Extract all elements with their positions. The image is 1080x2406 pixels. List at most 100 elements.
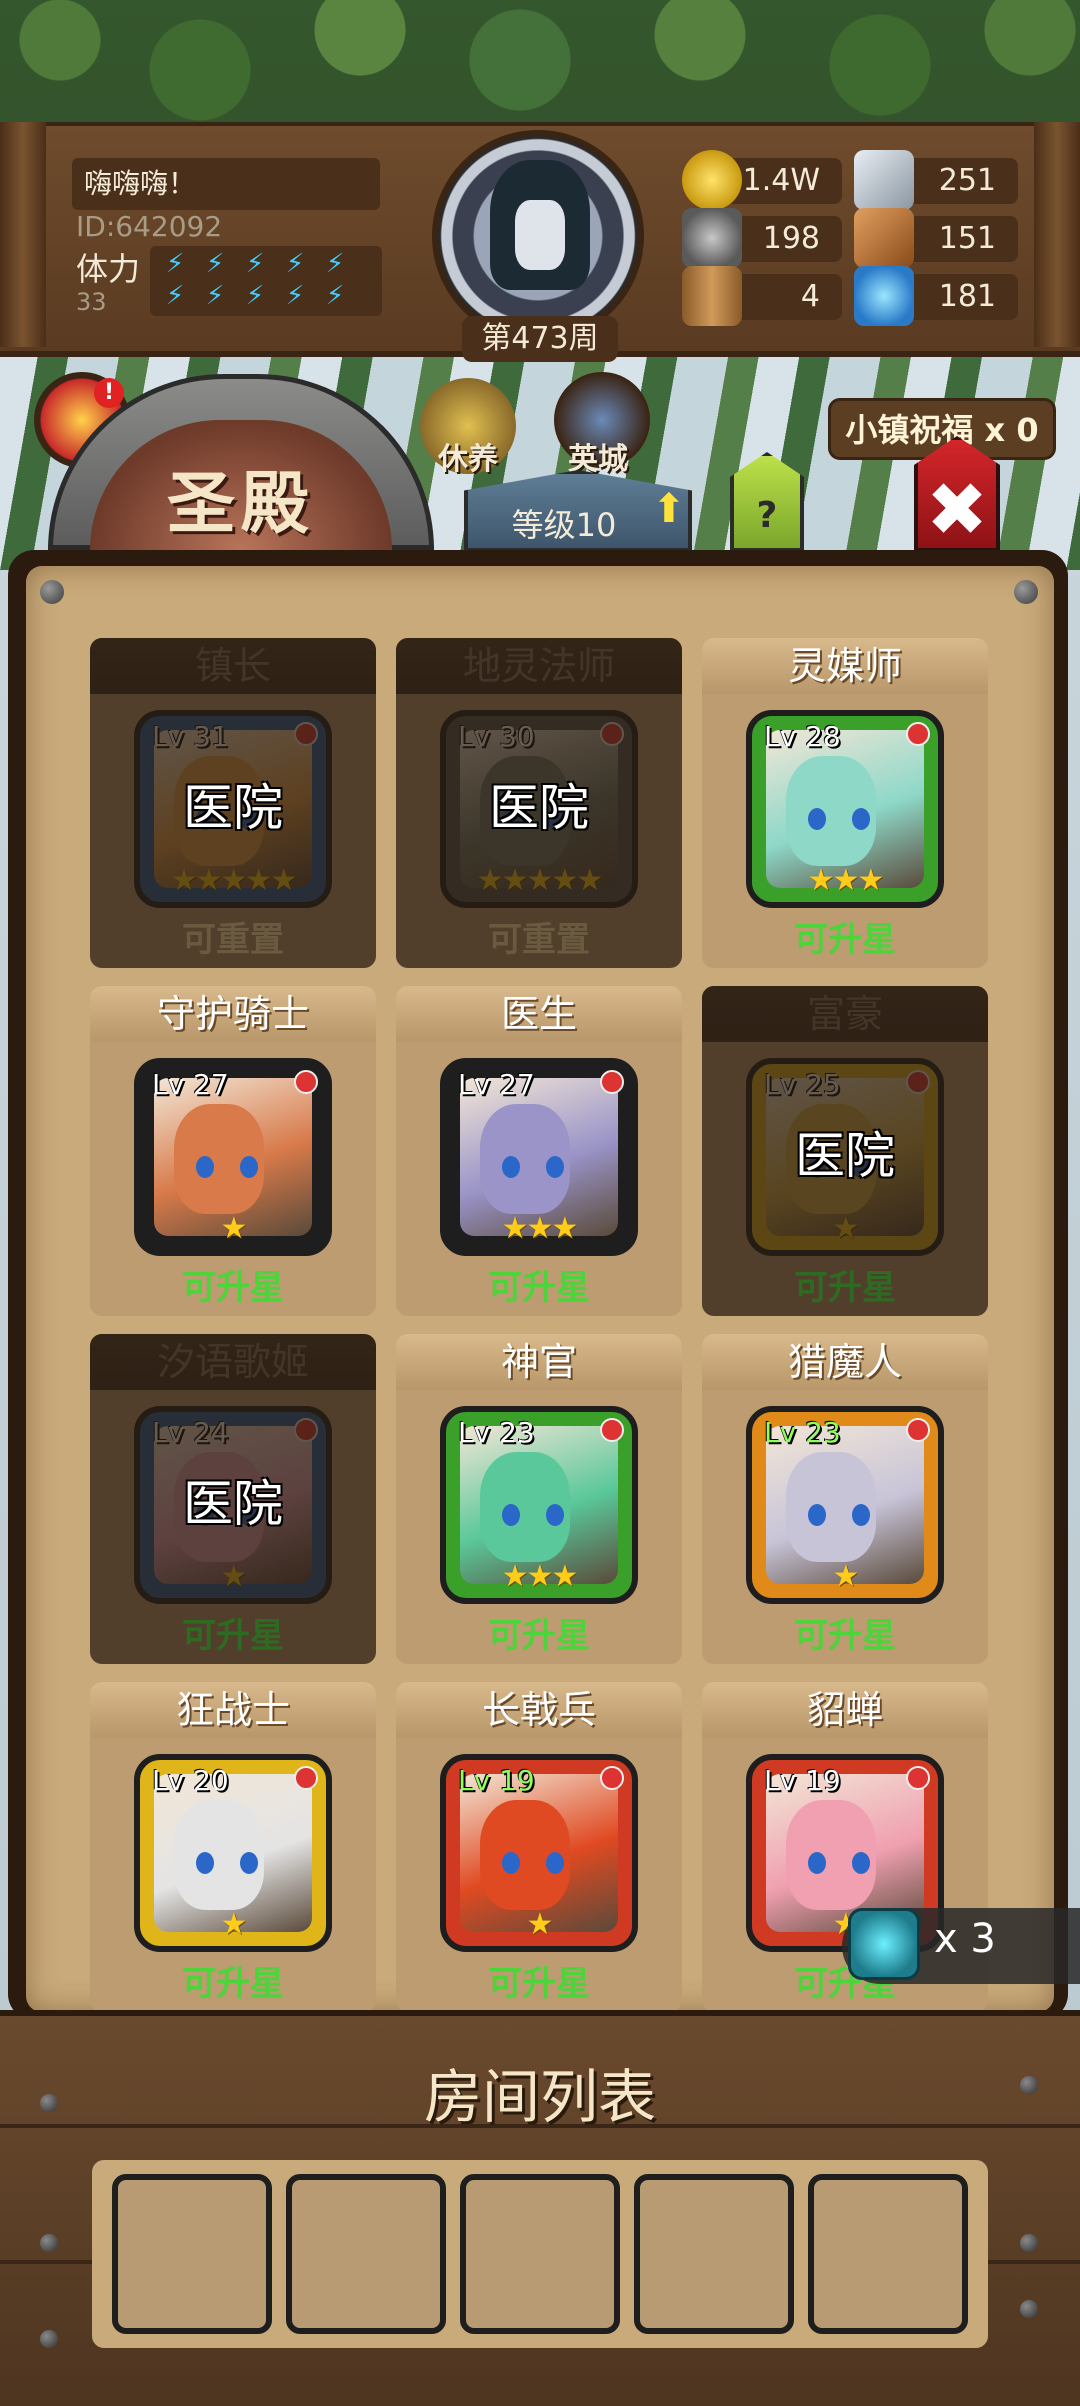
level-up-arrow-icon: ⬆ xyxy=(652,486,686,532)
ticket-count: x 3 xyxy=(934,1916,996,1962)
hero-status: 可升星 xyxy=(488,1268,590,1308)
notification-dot-icon xyxy=(906,1766,930,1790)
hero-card[interactable]: 富豪Lv 25★医院可升星 xyxy=(702,986,988,1316)
alert-badge-icon: ! xyxy=(94,378,124,408)
hero-status: 可升星 xyxy=(794,1268,896,1308)
hero-card[interactable]: 医生 Lv 27 ★★★ 可升星 xyxy=(396,986,682,1316)
hero-card[interactable]: 汐语歌姬Lv 24★医院可升星 xyxy=(90,1334,376,1664)
room-slot[interactable] xyxy=(112,2174,272,2334)
room-slot[interactable] xyxy=(286,2174,446,2334)
ticket-icon[interactable] xyxy=(848,1908,920,1980)
rivet-icon xyxy=(40,580,64,604)
hero-status: 可升星 xyxy=(488,1616,590,1656)
hero-eye xyxy=(546,1852,564,1874)
room-slot[interactable] xyxy=(808,2174,968,2334)
avatar-face xyxy=(515,200,565,270)
hero-class-title: 长戟兵 xyxy=(396,1682,682,1738)
hero-eye xyxy=(502,1504,520,1526)
hero-eye xyxy=(546,1504,564,1526)
hero-level: Lv 19 xyxy=(458,1764,535,1797)
hero-status: 可升星 xyxy=(794,1616,896,1656)
hero-portrait-frame: Lv 28 ★★★ xyxy=(746,710,944,908)
lightning-icon: ⚡ xyxy=(165,281,185,311)
hero-card[interactable]: 狂战士 Lv 20 ★ 可升星 xyxy=(90,1682,376,2012)
notification-dot-icon xyxy=(600,1766,624,1790)
hero-eye xyxy=(196,1156,214,1178)
hero-status: 可重置 xyxy=(488,920,590,960)
hospital-label: 医院 xyxy=(489,779,589,837)
stamina-value: 33 xyxy=(76,288,107,316)
hero-eye xyxy=(196,1852,214,1874)
hero-eye xyxy=(546,1156,564,1178)
hero-class-title: 貂蝉 xyxy=(702,1682,988,1738)
rest-label: 休养 xyxy=(438,442,498,477)
week-counter: 第473周 xyxy=(462,316,618,362)
hero-eye xyxy=(240,1156,258,1178)
hero-level: Lv 23 xyxy=(458,1416,535,1449)
hero-card[interactable]: 灵媒师 Lv 28 ★★★ 可升星 xyxy=(702,638,988,968)
rivet-icon xyxy=(1014,580,1038,604)
hero-eye xyxy=(852,1852,870,1874)
hero-portrait-frame: Lv 20 ★ xyxy=(134,1754,332,1952)
hero-eye xyxy=(808,1852,826,1874)
player-name: 嗨嗨嗨！ xyxy=(72,158,380,210)
lightning-icon: ⚡ xyxy=(245,249,265,279)
hero-card[interactable]: 镇长Lv 31★★★★★医院可重置 xyxy=(90,638,376,968)
gold-coin-icon xyxy=(682,150,742,210)
hero-level: Lv 28 xyxy=(764,720,841,753)
hero-portrait-frame: Lv 27 ★ xyxy=(134,1058,332,1256)
screw-icon xyxy=(1020,2234,1038,2252)
wood-post-left xyxy=(0,122,46,347)
hero-class-title: 狂战士 xyxy=(90,1682,376,1738)
hero-level: Lv 20 xyxy=(152,1764,229,1797)
hero-status: 可升星 xyxy=(182,1268,284,1308)
lightning-icon: ⚡ xyxy=(285,281,305,311)
temple-title: 圣殿 xyxy=(166,465,315,544)
iron-ingot-icon xyxy=(854,150,914,210)
hero-eye xyxy=(808,808,826,830)
player-id: ID:642092 xyxy=(76,210,223,243)
star-rating: ★ xyxy=(832,1559,860,1594)
notification-dot-icon xyxy=(600,1418,624,1442)
notification-dot-icon xyxy=(906,1418,930,1442)
hero-card[interactable]: 长戟兵 Lv 19 ★ 可升星 xyxy=(396,1682,682,2012)
star-rating: ★★★ xyxy=(501,1559,579,1594)
lightning-icon: ⚡ xyxy=(245,281,265,311)
notification-dot-icon xyxy=(906,722,930,746)
hero-level: Lv 19 xyxy=(764,1764,841,1797)
hero-class-title: 灵媒师 xyxy=(702,638,988,694)
hospital-label: 医院 xyxy=(183,779,283,837)
lightning-icon: ⚡ xyxy=(205,281,225,311)
hero-portrait-frame: Lv 27 ★★★ xyxy=(440,1058,638,1256)
hero-eye xyxy=(502,1852,520,1874)
screw-icon xyxy=(1020,2300,1038,2318)
hero-class-title: 神官 xyxy=(396,1334,682,1390)
ore-icon xyxy=(854,208,914,268)
star-rating: ★ xyxy=(526,1907,554,1942)
hero-portrait-frame: Lv 19 ★ xyxy=(440,1754,638,1952)
hero-class-title: 守护骑士 xyxy=(90,986,376,1042)
hero-class-title: 猎魔人 xyxy=(702,1334,988,1390)
stamina-bar: ⚡ ⚡ ⚡ ⚡ ⚡ ⚡ ⚡ ⚡ ⚡ ⚡ xyxy=(150,246,382,316)
notification-dot-icon xyxy=(600,1070,624,1094)
star-rating: ★★★ xyxy=(807,863,885,898)
hero-card[interactable]: 猎魔人 Lv 23 ★ 可升星 xyxy=(702,1334,988,1664)
hero-status: 可重置 xyxy=(182,920,284,960)
hero-eye xyxy=(502,1156,520,1178)
hero-eye xyxy=(240,1852,258,1874)
hero-status: 可升星 xyxy=(182,1616,284,1656)
wood-log-icon xyxy=(682,266,742,326)
hero-eye xyxy=(808,1504,826,1526)
star-rating: ★ xyxy=(220,1211,248,1246)
hero-portrait-frame: Lv 23 ★★★ xyxy=(440,1406,638,1604)
hero-card[interactable]: 地灵法师Lv 30★★★★★医院可重置 xyxy=(396,638,682,968)
room-slot[interactable] xyxy=(460,2174,620,2334)
screw-icon xyxy=(40,2330,58,2348)
hero-eye xyxy=(852,808,870,830)
room-slot[interactable] xyxy=(634,2174,794,2334)
hero-card[interactable]: 神官 Lv 23 ★★★ 可升星 xyxy=(396,1334,682,1664)
hero-status: 可升星 xyxy=(794,920,896,960)
hero-status: 可升星 xyxy=(488,1964,590,2004)
hero-card[interactable]: 守护骑士 Lv 27 ★ 可升星 xyxy=(90,986,376,1316)
stone-icon xyxy=(682,208,742,268)
